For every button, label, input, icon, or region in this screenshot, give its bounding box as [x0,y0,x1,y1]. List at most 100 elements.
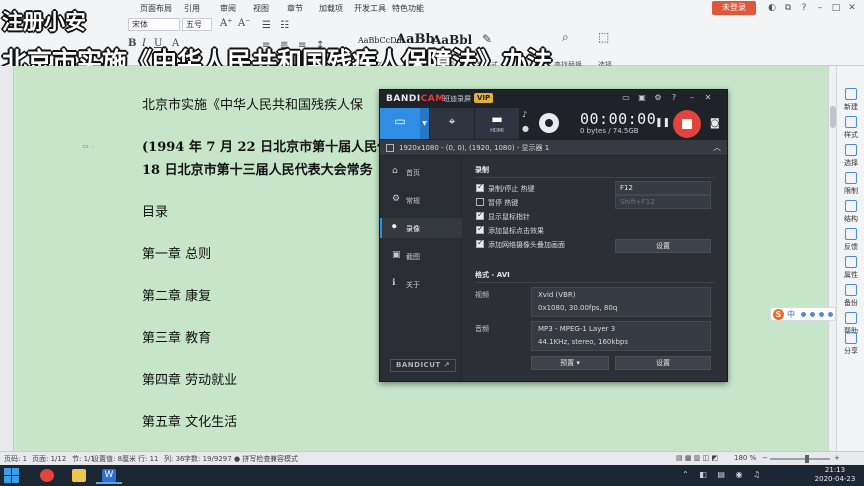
zoom-in-icon[interactable]: + [834,454,840,462]
show-cursor-checkbox[interactable] [476,210,484,220]
system-tray-icons[interactable]: ⌃ ◧ ▤ ◉ ♫ [682,470,764,479]
nav-video[interactable]: ⏺ 录像 [380,218,462,238]
zoom-slider[interactable] [770,458,830,460]
restore-icon[interactable]: ⧉ [782,2,794,14]
pane-share[interactable]: 分享 [837,332,864,356]
record-stop-button[interactable] [673,110,701,138]
tab-developer[interactable]: 开发工具 [354,3,386,14]
ime-toolbar[interactable]: S 中 [770,307,836,321]
tab-references[interactable]: 引用 [184,3,200,14]
find-replace-icon[interactable]: ⌕ [562,30,569,45]
capture-area-bar[interactable]: 1920x1080 - (0, 0), (1920, 1080) - 显示器 1… [380,140,727,156]
status-page[interactable]: 页码: 1 [4,454,27,464]
record-hotkey-field[interactable]: F12 [615,181,711,195]
doc-chapter-2[interactable]: 第二章 康复 [142,285,211,304]
game-record-mode-button[interactable]: ⌖ [430,108,474,139]
record-hotkey-checkbox[interactable] [476,182,484,192]
tab-addins[interactable]: 加载项 [319,3,343,14]
ime-logo-icon[interactable]: S [773,309,784,320]
help-icon[interactable]: ? [798,2,810,14]
nav-home[interactable]: ⌂ 首页 [380,162,462,182]
status-words[interactable]: 字数: 19/9297 [184,454,232,464]
pause-button[interactable]: ❚❚ [655,118,670,128]
login-button[interactable]: 未登录 [712,1,756,15]
pane-style[interactable]: 样式 [837,116,864,140]
view-mode-icons[interactable]: ▤ ▦ ▥ ◫ ◩ [676,454,718,462]
pane-properties[interactable]: 属性 [837,256,864,280]
record-settings-button[interactable]: 设置 [615,239,711,253]
capture-area-checkbox[interactable] [386,144,394,152]
doc-date-line-1[interactable]: (1994 年 7 月 22 日北京市第十届人民代 [142,136,390,155]
taskbar-bandicam[interactable] [34,467,60,484]
minimize-icon[interactable]: – [814,2,826,14]
preset-dropdown[interactable]: 预置 ▾ [531,356,609,370]
close-icon[interactable]: ✕ [846,2,858,14]
snapshot-camera-icon[interactable]: ◙ [710,118,720,129]
pane-backup[interactable]: 备份 [837,284,864,308]
speaker-icon[interactable]: ♪ [522,110,527,119]
status-spell-check[interactable]: ● 拼写检查 [234,454,270,464]
doc-title-line[interactable]: 北京市实施《中华人民共和国残疾人保 [142,94,363,113]
ime-emoji-icon[interactable] [810,312,815,317]
grow-font-icon[interactable]: A⁺ [220,18,233,29]
start-button-windows-icon[interactable] [4,468,19,483]
ime-mode-toggle[interactable]: 中 [787,309,795,320]
taskbar-clock[interactable]: 21:13 2020-04-23 [810,466,860,484]
ime-punct-icon[interactable] [801,312,806,317]
doc-chapter-1[interactable]: 第一章 总则 [142,243,211,262]
nav-about[interactable]: ℹ 关于 [380,274,462,294]
pane-new[interactable]: 新建 [837,88,864,112]
folder-icon[interactable]: ▭ [621,93,631,103]
shrink-font-icon[interactable]: A⁻ [238,18,251,29]
doc-chapter-3[interactable]: 第三章 教育 [142,327,211,346]
tab-page-layout[interactable]: 页面布局 [140,3,172,14]
device-record-mode-button[interactable]: ▬ HDMI [475,108,519,139]
tab-chapter[interactable]: 章节 [287,3,303,14]
zoom-slider-knob[interactable] [805,455,809,463]
ime-toolbox-icon[interactable] [828,312,833,317]
microphone-icon[interactable]: ● [522,124,529,133]
chevron-up-icon[interactable]: ︿ [713,142,721,153]
ime-voice-icon[interactable] [819,312,824,317]
lock-icon[interactable]: ▣ [637,93,647,103]
pane-select[interactable]: 选择 [837,144,864,168]
vertical-scrollbar[interactable] [828,66,836,451]
bandicam-window[interactable]: BANDICAM 班迪录屏 VIP ▭ ▣ ⚙ ? – ✕ ▭ ▼ ⌖ ▬ HD… [379,89,728,382]
bandicut-button[interactable]: BANDICUT ↗ [390,359,456,372]
taskbar-wps-writer[interactable]: W [96,467,122,484]
close-icon[interactable]: ✕ [703,93,713,103]
webcam-button[interactable] [539,113,559,133]
numbered-list-icon[interactable]: ☷ [280,20,289,31]
font-name-select[interactable]: 宋体 [128,18,180,31]
select-icon[interactable]: ⬚ [598,30,609,44]
taskbar-file-explorer[interactable] [66,467,92,484]
nav-general[interactable]: ⚙ 常规 [380,190,462,210]
click-effect-checkbox[interactable] [476,224,484,234]
maximize-icon[interactable]: □ [830,2,842,14]
minimize-icon[interactable]: – [687,93,697,103]
pane-structure[interactable]: 结构 [837,200,864,224]
skin-icon[interactable]: ◐ [766,2,778,14]
vip-badge[interactable]: VIP [474,93,494,103]
pause-hotkey-checkbox[interactable] [476,198,484,206]
doc-date-line-2[interactable]: 18 日北京市第十三届人民代表大会常务 [142,159,373,178]
help-icon[interactable]: ? [669,93,679,103]
settings-icon[interactable]: ⚙ [653,93,663,103]
doc-chapter-5[interactable]: 第五章 文化生活 [142,411,237,430]
tab-review[interactable]: 审阅 [220,3,236,14]
zoom-level[interactable]: 180 % [734,454,756,462]
screen-mode-dropdown[interactable]: ▼ [420,108,429,139]
screen-record-mode-button[interactable]: ▭ [380,108,420,139]
doc-chapter-4[interactable]: 第四章 劳动就业 [142,369,237,388]
webcam-overlay-checkbox[interactable] [476,238,484,248]
font-size-select[interactable]: 五号 [182,18,212,31]
doc-toc-heading[interactable]: 目录 [142,201,168,220]
pane-restrict[interactable]: 限制 [837,172,864,196]
tab-view[interactable]: 视图 [253,3,269,14]
format-settings-button[interactable]: 设置 [615,356,711,370]
zoom-out-icon[interactable]: − [762,454,768,462]
bullet-list-icon[interactable]: ☰ [262,20,271,31]
status-pages[interactable]: 页面: 1/12 [32,454,66,464]
pane-feedback[interactable]: 反馈 [837,228,864,252]
nav-screenshot[interactable]: ▣ 截图 [380,246,462,266]
